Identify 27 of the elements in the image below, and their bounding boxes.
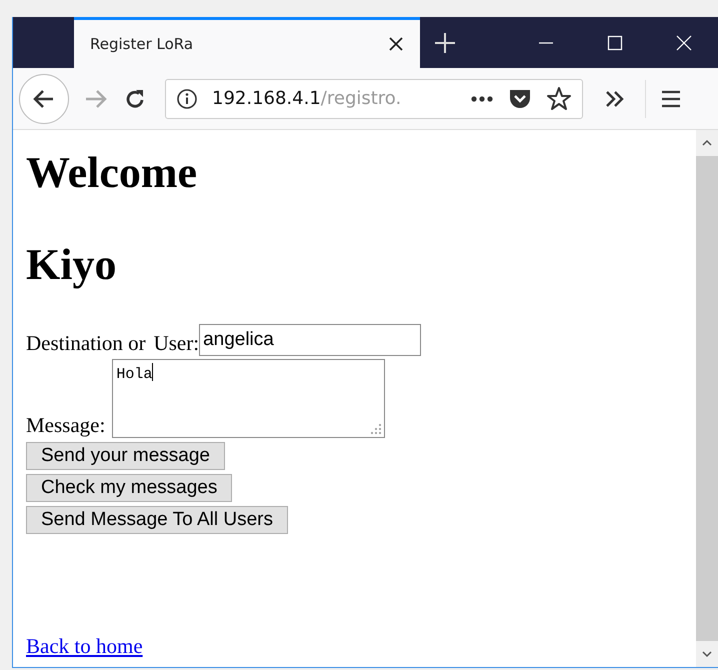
back-link[interactable]: Back to home: [26, 634, 143, 659]
address-bar[interactable]: 192.168.4.1/registro.: [165, 78, 583, 118]
page-heading: Welcome: [26, 147, 198, 199]
scroll-up-icon[interactable]: [701, 138, 713, 148]
form-button[interactable]: Send your message: [26, 442, 225, 470]
maximize-icon[interactable]: [607, 34, 623, 50]
scroll-bar[interactable]: [696, 130, 718, 667]
pocket-icon[interactable]: [508, 88, 532, 110]
page-heading: Kiyo: [26, 239, 116, 291]
back-button[interactable]: [19, 74, 69, 124]
star-icon[interactable]: [546, 86, 572, 112]
field-label: User:: [154, 331, 200, 356]
user-input-field[interactable]: angelica: [199, 324, 422, 356]
scroll-down-icon[interactable]: [701, 649, 713, 659]
close-icon[interactable]: [388, 36, 404, 52]
message-text-area[interactable]: Hola: [112, 359, 386, 438]
url-text: 192.168.4.1/registro.: [212, 88, 402, 109]
resize-grip-icon[interactable]: [371, 424, 382, 434]
form-button[interactable]: Check my messages: [26, 474, 232, 502]
more-icon[interactable]: [470, 94, 494, 102]
form-button[interactable]: Send Message To All Users: [26, 506, 288, 534]
new-tab-icon[interactable]: [434, 32, 456, 54]
browser-tab[interactable]: Register LoRa: [74, 17, 420, 68]
info-icon: [176, 88, 198, 110]
tab-title: Register LoRa: [90, 35, 194, 53]
field-label: Destination or: [26, 331, 146, 356]
field-label: Message:: [26, 413, 106, 438]
